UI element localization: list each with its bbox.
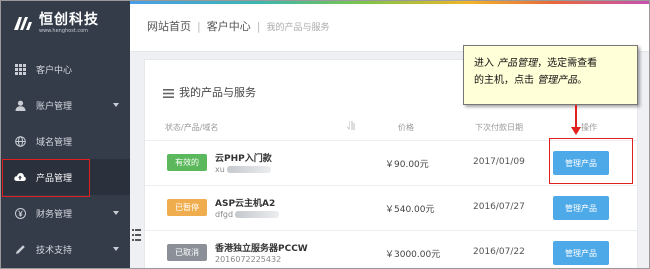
breadcrumb-separator: | [197, 19, 201, 33]
redacted-text [226, 166, 271, 173]
next-payment-date: 2016/07/22 [473, 247, 525, 257]
sidebar-item-finance[interactable]: 财务管理 [1, 195, 130, 231]
product-price: ￥3000.00元 [385, 250, 441, 260]
sidebar-toggle-icon[interactable] [132, 227, 141, 241]
page-title: 我的产品与服务 [163, 84, 256, 100]
logo-url: www.henghost.com [39, 27, 89, 34]
chevron-down-icon [113, 211, 119, 215]
sidebar-item-account[interactable]: 账户管理 [1, 87, 130, 123]
sidebar: 恒创科技 www.henghost.com 客户中心 账户管理 域名管理 产品管… [1, 1, 130, 268]
product-name: 云PHP入门款 [215, 154, 272, 164]
grid-icon [14, 63, 26, 75]
pencil-icon [14, 243, 26, 255]
sidebar-item-domains[interactable]: 域名管理 [1, 123, 130, 159]
app-window: 恒创科技 www.henghost.com 客户中心 账户管理 域名管理 产品管… [0, 0, 650, 269]
product-domain: 2016072225432 [215, 255, 282, 264]
globe-icon [14, 135, 26, 147]
breadcrumb-current: 我的产品与服务 [266, 22, 330, 33]
sidebar-item-label: 技术支持 [36, 245, 73, 256]
list-icon [163, 88, 174, 98]
sort-icon[interactable] [347, 121, 355, 132]
column-header-status[interactable]: 状态/产品/域名 [165, 122, 218, 133]
product-domain: dfgd [215, 210, 280, 219]
sidebar-item-label: 域名管理 [36, 137, 73, 148]
table-header: 状态/产品/域名 价格 下次付款日期 操作 [145, 118, 637, 138]
breadcrumb-separator: | [256, 19, 261, 33]
accent-stripe [130, 1, 649, 4]
sidebar-item-label: 财务管理 [36, 209, 73, 220]
status-badge: 已取消 [167, 244, 207, 261]
yen-icon [14, 207, 26, 219]
column-header-price: 价格 [398, 123, 414, 132]
arrow-head-icon [571, 127, 581, 135]
sidebar-item-label: 账户管理 [36, 101, 73, 112]
sidebar-item-label: 客户中心 [36, 65, 73, 76]
product-name: ASP云主机A2 [215, 199, 276, 209]
next-payment-date: 2016/07/27 [473, 202, 525, 212]
manage-product-button[interactable]: 管理产品 [553, 241, 609, 265]
redacted-text [235, 211, 280, 218]
instruction-callout: 进入 产品管理，选定需查看 的主机，点击 管理产品。 [463, 45, 638, 105]
highlight-box-products [2, 159, 90, 197]
product-domain: xu [215, 165, 271, 174]
highlight-box-manage-button [549, 138, 633, 184]
breadcrumb: 网站首页 | 客户中心 | 我的产品与服务 [147, 18, 329, 34]
status-badge: 已暂停 [167, 199, 207, 216]
next-payment-date: 2017/01/09 [473, 157, 525, 167]
status-badge: 有效的 [167, 154, 207, 171]
breadcrumb-customer-center[interactable]: 客户中心 [207, 18, 251, 34]
product-price: ￥90.00元 [385, 160, 429, 170]
table-row: 已取消 香港独立服务器PCCW 2016072225432 ￥3000.00元 … [145, 230, 637, 268]
chevron-down-icon [113, 103, 119, 107]
logo-name: 恒创科技 [39, 11, 99, 28]
user-icon [14, 99, 26, 111]
product-name: 香港独立服务器PCCW [215, 244, 308, 254]
chevron-down-icon [113, 247, 119, 251]
table-row: 已暂停 ASP云主机A2 dfgd ￥540.00元 2016/07/27 管理… [145, 185, 637, 230]
sidebar-item-customer-center[interactable]: 客户中心 [1, 51, 130, 87]
column-header-action: 操作 [581, 123, 597, 132]
logo-mark [11, 13, 35, 33]
callout-arrow [575, 105, 577, 129]
page-title-text: 我的产品与服务 [179, 86, 256, 99]
product-price: ￥540.00元 [385, 205, 435, 215]
logo[interactable]: 恒创科技 www.henghost.com [11, 9, 99, 37]
breadcrumb-home[interactable]: 网站首页 [147, 18, 191, 34]
column-header-next-date: 下次付款日期 [475, 123, 523, 132]
sidebar-item-support[interactable]: 技术支持 [1, 231, 130, 267]
manage-product-button[interactable]: 管理产品 [553, 196, 609, 220]
